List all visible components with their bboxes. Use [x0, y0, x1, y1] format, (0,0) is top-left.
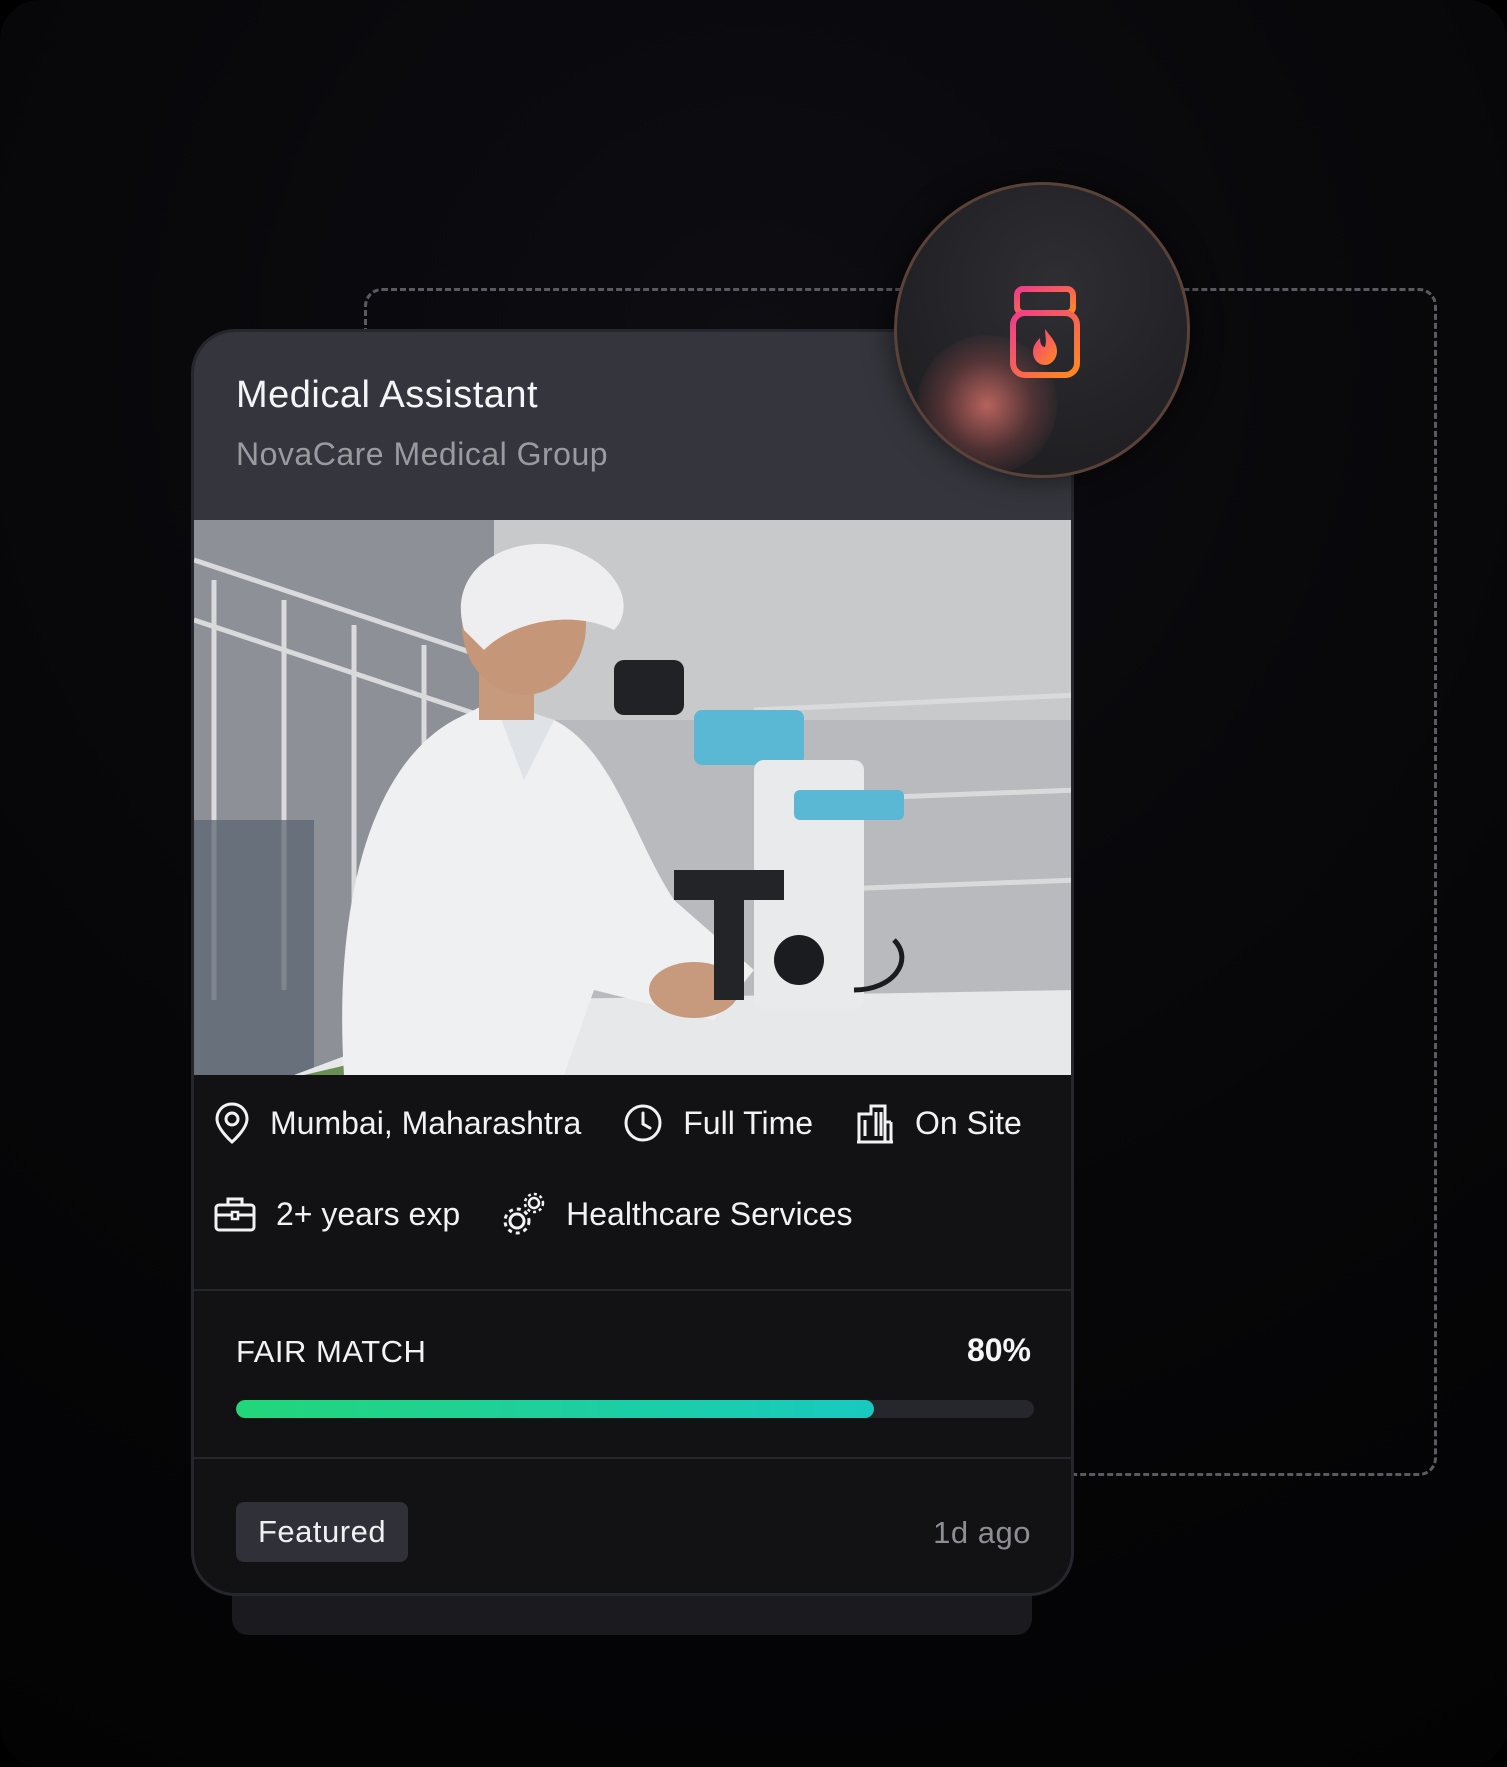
industry-text: Healthcare Services — [566, 1195, 853, 1232]
map-pin-icon — [215, 1102, 249, 1144]
building-icon — [857, 1104, 894, 1144]
posted-time: 1d ago — [933, 1515, 1031, 1550]
meta-row-1: Mumbai, Maharashtra Full Time On Site — [214, 1102, 1064, 1144]
workplace-text: On Site — [915, 1104, 1022, 1141]
fire-badge-orb[interactable] — [894, 182, 1190, 478]
background: Medical Assistant NovaCare Medical Group — [0, 0, 1507, 1767]
match-progress-fill — [236, 1400, 875, 1418]
employment-type-text: Full Time — [683, 1104, 814, 1141]
meta-industry: Healthcare Services — [502, 1192, 852, 1236]
experience-text: 2+ years exp — [276, 1195, 461, 1232]
divider-2 — [194, 1457, 1071, 1459]
location-text: Mumbai, Maharashtra — [270, 1104, 582, 1141]
meta-location: Mumbai, Maharashtra — [214, 1102, 581, 1144]
match-percent: 80% — [966, 1332, 1031, 1368]
job-title: Medical Assistant — [236, 374, 539, 416]
clock-icon — [624, 1104, 662, 1142]
fire-jar-icon — [1009, 285, 1081, 386]
job-card[interactable]: Medical Assistant NovaCare Medical Group — [191, 329, 1074, 1596]
job-photo — [194, 520, 1071, 1075]
company-name: NovaCare Medical Group — [236, 436, 609, 472]
gears-icon — [503, 1192, 545, 1235]
match-label: FAIR MATCH — [236, 1334, 427, 1369]
meta-experience: 2+ years exp — [214, 1196, 460, 1233]
meta-employment-type: Full Time — [623, 1103, 813, 1143]
meta-workplace: On Site — [855, 1102, 1022, 1144]
meta-row-2: 2+ years exp Healthcare Services — [214, 1192, 894, 1236]
match-progress-bar — [236, 1400, 1034, 1418]
divider-1 — [194, 1289, 1071, 1291]
featured-badge: Featured — [236, 1502, 409, 1562]
briefcase-icon — [214, 1197, 256, 1232]
